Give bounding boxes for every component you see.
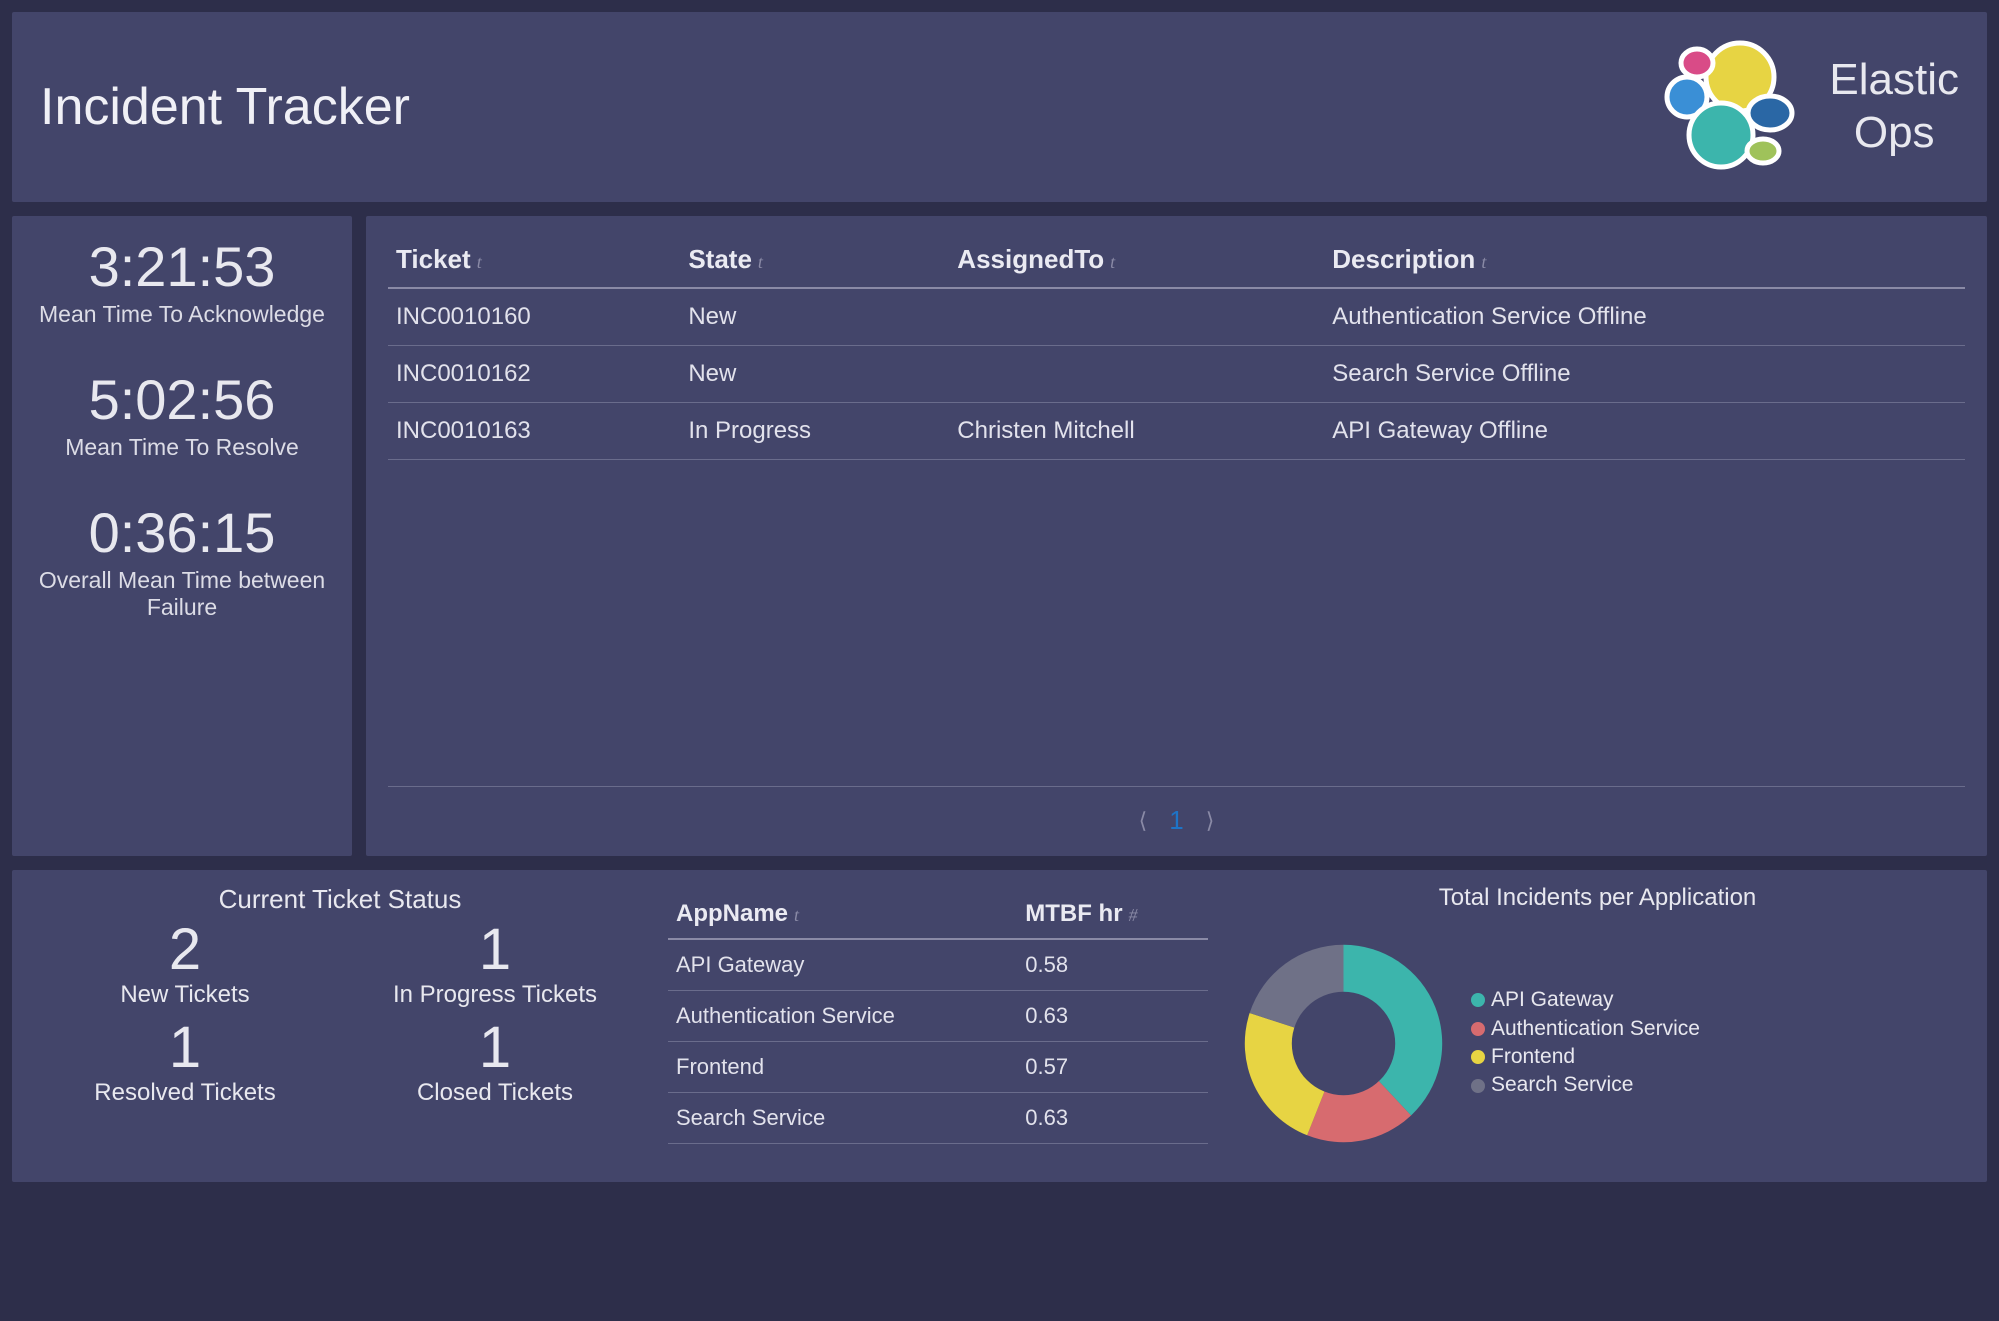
text-type-icon: t (794, 905, 799, 925)
chart-title: Total Incidents per Application (1226, 884, 1969, 912)
metric-label: Overall Mean Time between Failure (20, 567, 344, 620)
metric-value: 5:02:56 (20, 371, 344, 430)
cell-hr: 0.57 (1017, 1042, 1208, 1093)
status-title: Current Ticket Status (30, 884, 650, 915)
text-type-icon: t (477, 252, 482, 272)
cell-app: API Gateway (668, 939, 1017, 991)
status-label: Closed Tickets (340, 1079, 650, 1107)
status-value: 1 (340, 1019, 650, 1077)
cell-assigned: Christen Mitchell (949, 403, 1324, 460)
table-spacer (388, 460, 1965, 787)
col-description[interactable]: Descriptiont (1324, 234, 1965, 288)
cell-state: New (680, 346, 949, 403)
swatch-icon (1471, 1022, 1485, 1036)
cell-app: Frontend (668, 1042, 1017, 1093)
legend-item[interactable]: Authentication Service (1471, 1015, 1700, 1043)
table-row[interactable]: Authentication Service0.63 (668, 991, 1208, 1042)
status-label: In Progress Tickets (340, 981, 650, 1009)
status-block: Current Ticket Status 2 New Tickets 1 In… (30, 884, 650, 1168)
number-type-icon: # (1129, 905, 1138, 925)
legend-label: Search Service (1491, 1071, 1633, 1099)
mtbf-table: AppNamet MTBF hr# API Gateway0.58 Authen… (668, 890, 1208, 1144)
chart-legend: API Gateway Authentication Service Front… (1471, 986, 1700, 1099)
metric-mttr: 5:02:56 Mean Time To Resolve (20, 371, 344, 460)
metric-mtta: 3:21:53 Mean Time To Acknowledge (20, 238, 344, 327)
table-row[interactable]: INC0010163 In Progress Christen Mitchell… (388, 403, 1965, 460)
status-inprogress: 1 In Progress Tickets (340, 921, 650, 1009)
elastic-logo-icon (1635, 27, 1805, 187)
cell-assigned (949, 288, 1324, 346)
brand-line1: Elastic (1829, 54, 1959, 107)
cell-state: New (680, 288, 949, 346)
legend-item[interactable]: Frontend (1471, 1043, 1700, 1071)
bottom-panel: Current Ticket Status 2 New Tickets 1 In… (12, 870, 1987, 1182)
metric-label: Mean Time To Resolve (20, 434, 344, 460)
table-row[interactable]: INC0010162 New Search Service Offline (388, 346, 1965, 403)
status-new: 2 New Tickets (30, 921, 340, 1009)
chart-block: Total Incidents per Application API Gate… (1226, 884, 1969, 1168)
col-state[interactable]: Statet (680, 234, 949, 288)
tickets-panel: Tickett Statet AssignedTot Descriptiont … (366, 216, 1987, 856)
page-title: Incident Tracker (40, 77, 410, 137)
metric-label: Mean Time To Acknowledge (20, 301, 344, 327)
pager-current[interactable]: 1 (1169, 805, 1183, 836)
col-mtbf[interactable]: MTBF hr# (1017, 890, 1208, 939)
status-value: 1 (340, 921, 650, 979)
cell-ticket: INC0010160 (388, 288, 680, 346)
swatch-icon (1471, 993, 1485, 1007)
cell-app: Search Service (668, 1093, 1017, 1144)
cell-app: Authentication Service (668, 991, 1017, 1042)
legend-label: Frontend (1491, 1043, 1575, 1071)
status-closed: 1 Closed Tickets (340, 1019, 650, 1107)
brand-text: Elastic Ops (1829, 54, 1959, 160)
cell-assigned (949, 346, 1324, 403)
table-row[interactable]: Search Service0.63 (668, 1093, 1208, 1144)
legend-label: API Gateway (1491, 986, 1614, 1014)
status-value: 1 (30, 1019, 340, 1077)
cell-desc: Search Service Offline (1324, 346, 1965, 403)
text-type-icon: t (1481, 252, 1486, 272)
brand-line2: Ops (1829, 107, 1959, 160)
swatch-icon (1471, 1079, 1485, 1093)
pager-next-icon[interactable]: ⟩ (1206, 808, 1215, 834)
cell-hr: 0.63 (1017, 1093, 1208, 1144)
cell-hr: 0.63 (1017, 991, 1208, 1042)
col-assigned[interactable]: AssignedTot (949, 234, 1324, 288)
donut-chart-icon[interactable] (1226, 926, 1461, 1161)
table-header-row: AppNamet MTBF hr# (668, 890, 1208, 939)
cell-ticket: INC0010163 (388, 403, 680, 460)
metric-mtbf: 0:36:15 Overall Mean Time between Failur… (20, 504, 344, 620)
table-row[interactable]: API Gateway0.58 (668, 939, 1208, 991)
cell-desc: Authentication Service Offline (1324, 288, 1965, 346)
cell-ticket: INC0010162 (388, 346, 680, 403)
table-row[interactable]: Frontend0.57 (668, 1042, 1208, 1093)
swatch-icon (1471, 1050, 1485, 1064)
table-header-row: Tickett Statet AssignedTot Descriptiont (388, 234, 1965, 288)
cell-hr: 0.58 (1017, 939, 1208, 991)
cell-desc: API Gateway Offline (1324, 403, 1965, 460)
tickets-table: Tickett Statet AssignedTot Descriptiont … (388, 234, 1965, 460)
status-value: 2 (30, 921, 340, 979)
col-ticket[interactable]: Tickett (388, 234, 680, 288)
brand: Elastic Ops (1635, 27, 1959, 187)
text-type-icon: t (758, 252, 763, 272)
legend-label: Authentication Service (1491, 1015, 1700, 1043)
metrics-panel: 3:21:53 Mean Time To Acknowledge 5:02:56… (12, 216, 352, 856)
header-panel: Incident Tracker Elastic Ops (12, 12, 1987, 202)
metric-value: 3:21:53 (20, 238, 344, 297)
status-label: Resolved Tickets (30, 1079, 340, 1107)
legend-item[interactable]: API Gateway (1471, 986, 1700, 1014)
legend-item[interactable]: Search Service (1471, 1071, 1700, 1099)
pager-prev-icon[interactable]: ⟨ (1139, 808, 1148, 834)
col-appname[interactable]: AppNamet (668, 890, 1017, 939)
mtbf-block: AppNamet MTBF hr# API Gateway0.58 Authen… (668, 884, 1208, 1168)
table-row[interactable]: INC0010160 New Authentication Service Of… (388, 288, 1965, 346)
pager: ⟨ 1 ⟩ (388, 787, 1965, 840)
text-type-icon: t (1110, 252, 1115, 272)
status-resolved: 1 Resolved Tickets (30, 1019, 340, 1107)
status-label: New Tickets (30, 981, 340, 1009)
metric-value: 0:36:15 (20, 504, 344, 563)
cell-state: In Progress (680, 403, 949, 460)
